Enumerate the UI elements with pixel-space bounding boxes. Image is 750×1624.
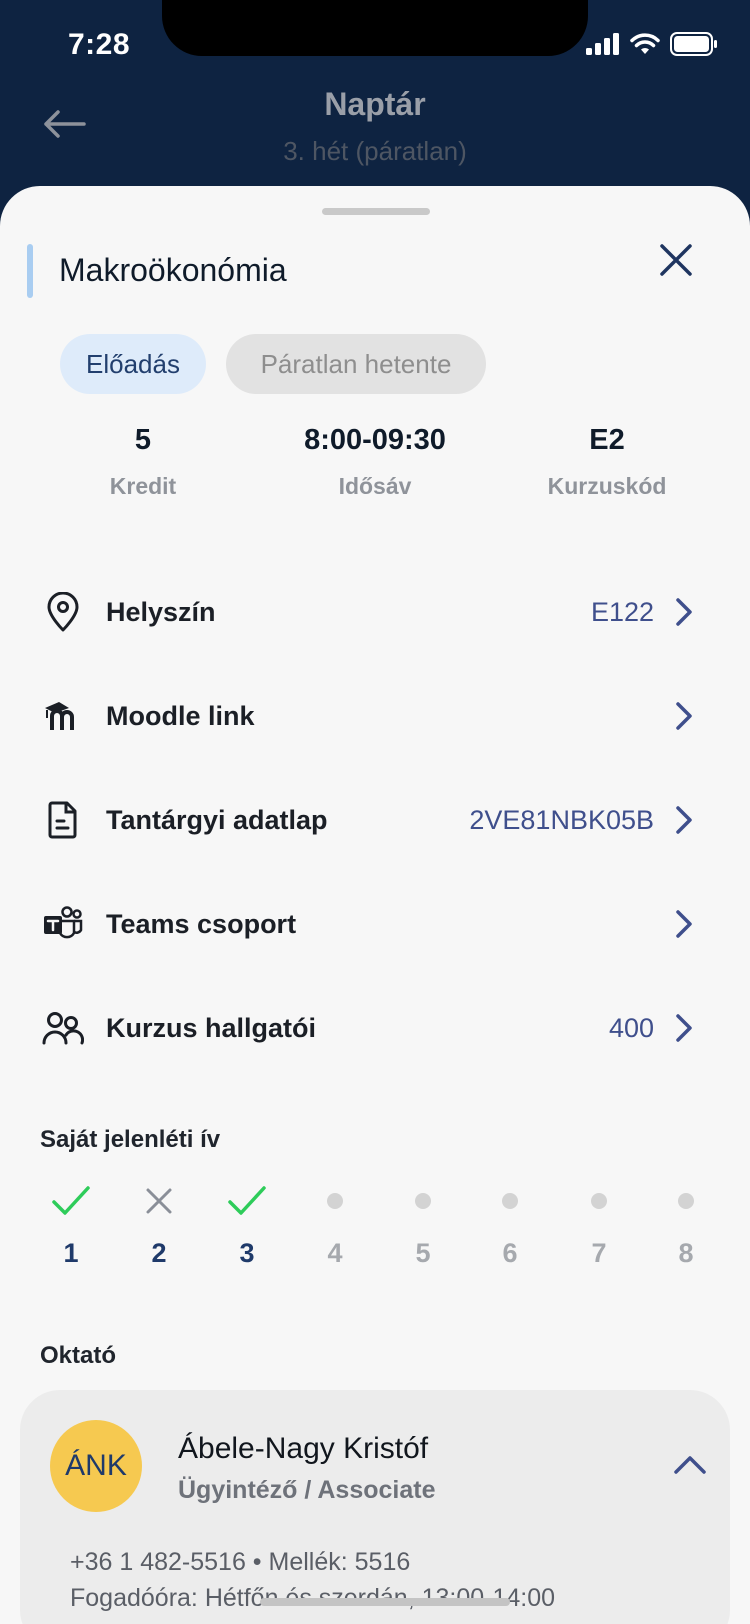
stat-label: Kredit bbox=[109, 473, 177, 499]
stat-course-code: E2 Kurzuskód bbox=[487, 424, 727, 500]
attendance-item: 6 bbox=[480, 1176, 540, 1269]
attendance-item: 5 bbox=[393, 1176, 453, 1269]
moodle-icon bbox=[40, 693, 86, 739]
battery-icon bbox=[670, 32, 717, 56]
stat-timeslot: 8:00-09:30 Idősáv bbox=[255, 424, 495, 500]
close-button[interactable] bbox=[654, 238, 698, 282]
page-title: Naptár bbox=[324, 86, 426, 122]
row-teams-group[interactable]: Teams csoport bbox=[40, 894, 700, 954]
chevron-right-icon bbox=[674, 698, 700, 734]
document-icon bbox=[40, 797, 86, 843]
chevron-right-icon bbox=[674, 1010, 700, 1046]
course-type-chip: Előadás bbox=[60, 334, 206, 394]
dot-icon bbox=[393, 1176, 453, 1226]
row-label: Tantárgyi adatlap bbox=[106, 804, 328, 835]
close-icon bbox=[660, 244, 692, 276]
status-icons bbox=[586, 32, 718, 56]
attendance-number: 2 bbox=[151, 1238, 167, 1268]
attendance-number: 5 bbox=[415, 1238, 431, 1268]
row-course-students[interactable]: Kurzus hallgatói 400 bbox=[40, 998, 700, 1058]
row-value: 400 bbox=[608, 1012, 654, 1043]
row-value: E122 bbox=[590, 596, 654, 627]
attendance-item: 1 bbox=[41, 1176, 101, 1269]
dot-icon bbox=[656, 1176, 716, 1226]
teacher-card[interactable]: ÁNK Ábele-Nagy Kristóf Ügyintéző / Assoc… bbox=[20, 1390, 730, 1624]
home-indicator bbox=[260, 1598, 510, 1606]
page-subtitle: 3. hét (páratlan) bbox=[283, 136, 467, 166]
avatar: ÁNK bbox=[50, 1420, 142, 1512]
chevron-right-icon bbox=[674, 906, 700, 942]
sheet-grabber[interactable] bbox=[322, 208, 430, 215]
attendance-number: 7 bbox=[591, 1238, 607, 1268]
teacher-role: Ügyintéző / Associate bbox=[178, 1476, 436, 1504]
course-frequency-chip: Páratlan hetente bbox=[226, 334, 486, 394]
stat-label: Kurzuskód bbox=[547, 473, 667, 499]
row-label: Moodle link bbox=[106, 700, 255, 731]
teacher-section-title: Oktató bbox=[40, 1342, 117, 1369]
location-pin-icon bbox=[40, 589, 86, 635]
attendance-number: 3 bbox=[239, 1238, 255, 1268]
teacher-phone[interactable]: +36 1 482-5516 • Mellék: 5516 bbox=[70, 1548, 410, 1577]
stat-value: E2 bbox=[589, 424, 625, 456]
attendance-item: 2 bbox=[129, 1176, 189, 1269]
attendance-number: 6 bbox=[502, 1238, 518, 1268]
row-label: Helyszín bbox=[106, 596, 216, 627]
teacher-name: Ábele-Nagy Kristóf bbox=[178, 1432, 429, 1465]
dot-icon bbox=[569, 1176, 629, 1226]
attendance-number: 1 bbox=[63, 1238, 79, 1268]
attendance-title: Saját jelenléti ív bbox=[40, 1126, 221, 1153]
attendance-item: 7 bbox=[569, 1176, 629, 1269]
attendance-number: 8 bbox=[678, 1238, 694, 1268]
check-icon bbox=[217, 1176, 277, 1226]
row-course-datasheet[interactable]: Tantárgyi adatlap 2VE81NBK05B bbox=[40, 790, 700, 850]
stat-value: 8:00-09:30 bbox=[304, 424, 446, 456]
chevron-right-icon bbox=[674, 802, 700, 838]
row-label: Kurzus hallgatói bbox=[106, 1012, 317, 1043]
stat-label: Idősáv bbox=[338, 473, 412, 499]
signal-icon bbox=[586, 33, 619, 55]
status-bar: 7:28 bbox=[0, 0, 750, 90]
stat-value: 5 bbox=[134, 424, 152, 456]
camera-notch bbox=[162, 0, 588, 56]
nav-header: Naptár 3. hét (páratlan) bbox=[0, 80, 750, 190]
row-value: 2VE81NBK05B bbox=[469, 804, 654, 835]
course-title: Makroökonómia bbox=[59, 252, 287, 288]
title-accent-bar bbox=[27, 244, 33, 298]
wifi-icon bbox=[630, 33, 660, 54]
row-location[interactable]: Helyszín E122 bbox=[40, 582, 700, 642]
row-moodle-link[interactable]: Moodle link bbox=[40, 686, 700, 746]
users-icon bbox=[40, 1005, 86, 1051]
attendance-item: 3 bbox=[217, 1176, 277, 1269]
teams-icon bbox=[40, 901, 86, 947]
row-label: Teams csoport bbox=[106, 908, 297, 939]
cross-icon bbox=[129, 1176, 189, 1226]
check-icon bbox=[41, 1176, 101, 1226]
chevron-up-icon bbox=[674, 1456, 706, 1474]
stat-credit: 5 Kredit bbox=[23, 424, 263, 500]
status-time: 7:28 bbox=[68, 28, 131, 61]
dot-icon bbox=[480, 1176, 540, 1226]
collapse-button[interactable] bbox=[670, 1450, 710, 1480]
attendance-number: 4 bbox=[327, 1238, 343, 1268]
attendance-item: 4 bbox=[305, 1176, 365, 1269]
dot-icon bbox=[305, 1176, 365, 1226]
attendance-item: 8 bbox=[656, 1176, 716, 1269]
chevron-right-icon bbox=[674, 594, 700, 630]
